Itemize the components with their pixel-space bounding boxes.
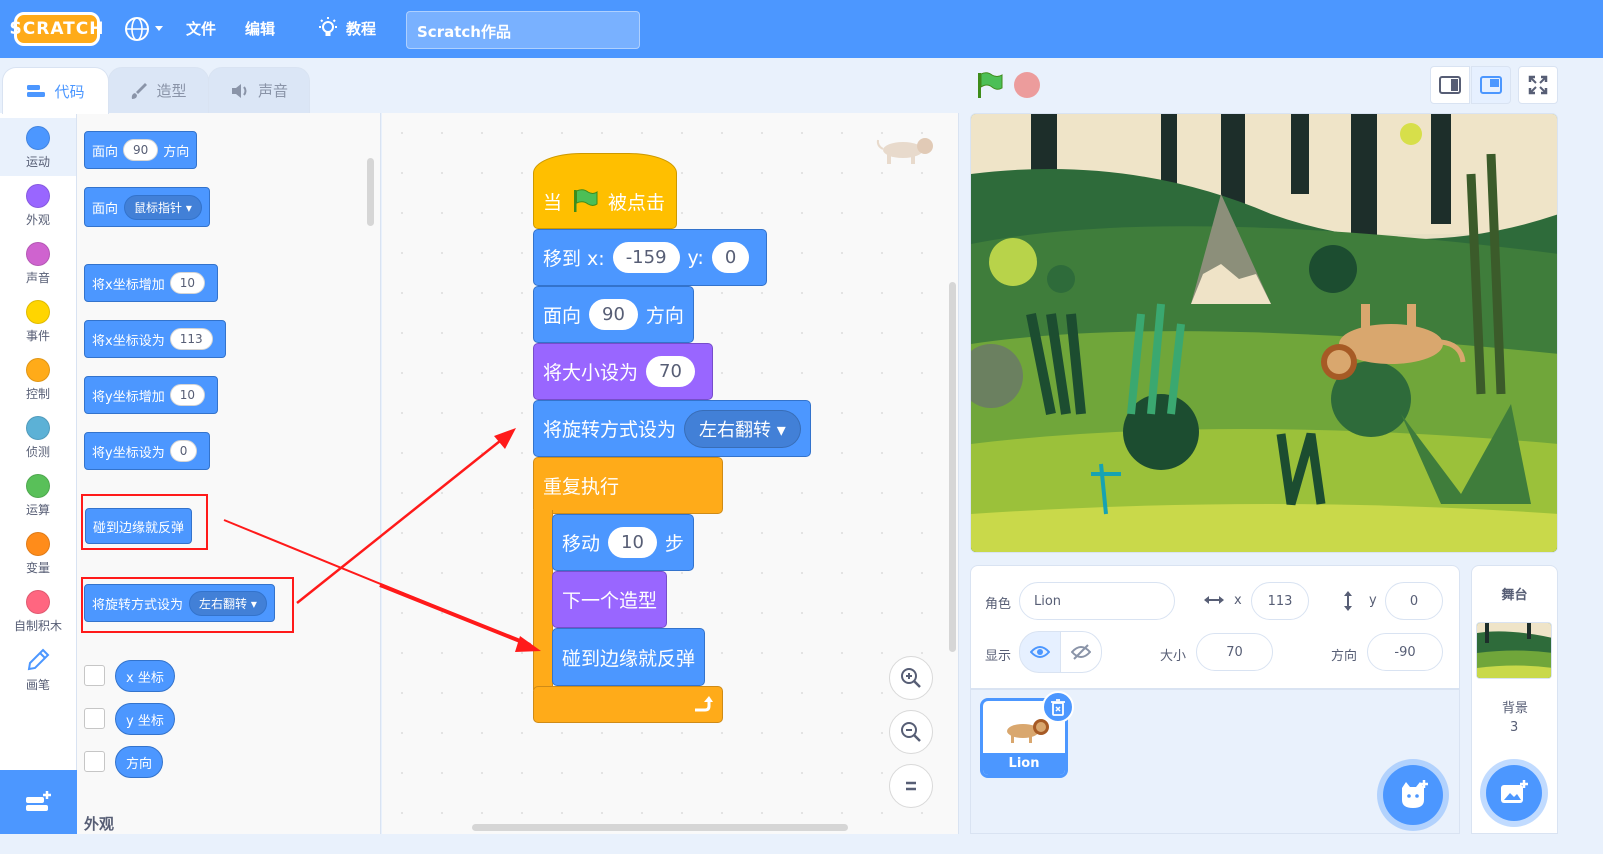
- eye-slash-icon: [1071, 644, 1091, 660]
- show-sprite-button[interactable]: [1019, 631, 1061, 673]
- fullscreen-button[interactable]: [1518, 66, 1558, 104]
- arrow-rotation-head: [494, 428, 516, 449]
- vertical-arrows-icon: [1344, 591, 1352, 611]
- show-label: 显示: [985, 649, 1012, 664]
- sprite-name-input[interactable]: Lion: [1019, 582, 1175, 620]
- stage-canvas[interactable]: [970, 113, 1558, 553]
- zoom-in-icon: [901, 668, 921, 688]
- size-input[interactable]: 70: [1196, 633, 1273, 671]
- horizontal-arrows-icon: [1204, 596, 1224, 604]
- backdrop-thumbnail: [1477, 623, 1551, 678]
- backdrops-count: 3: [1510, 720, 1519, 735]
- small-stage-button[interactable]: [1430, 66, 1470, 104]
- normal-stage-icon: [1480, 76, 1502, 94]
- normal-stage-button[interactable]: [1471, 66, 1511, 104]
- jungle-backdrop: [971, 114, 1557, 552]
- sprite-tile-name: Lion: [983, 753, 1065, 775]
- direction-input[interactable]: -90: [1367, 633, 1443, 671]
- sprite-name-label: 角色: [985, 597, 1012, 612]
- green-flag-button[interactable]: [974, 70, 1004, 100]
- image-plus-icon: [1501, 780, 1528, 803]
- delete-sprite-button[interactable]: [1042, 691, 1074, 723]
- fullscreen-icon: [1528, 75, 1548, 95]
- trash-icon: [1051, 699, 1065, 716]
- equals-icon: [906, 781, 916, 791]
- hide-sprite-button[interactable]: [1060, 631, 1102, 673]
- stop-button[interactable]: [1014, 72, 1040, 98]
- eye-icon: [1030, 646, 1050, 658]
- zoom-reset-button[interactable]: [889, 764, 933, 808]
- arrow-bounce-head: [515, 636, 541, 652]
- y-label: y: [1369, 593, 1377, 608]
- zoom-in-button[interactable]: [889, 656, 933, 700]
- x-label: x: [1234, 593, 1242, 608]
- cat-plus-icon: [1402, 780, 1428, 808]
- y-input[interactable]: 0: [1385, 582, 1443, 620]
- direction-label: 方向: [1331, 649, 1358, 664]
- script-horizontal-scrollbar[interactable]: [472, 824, 848, 831]
- x-input[interactable]: 113: [1251, 582, 1309, 620]
- stage-thumbnail[interactable]: [1476, 622, 1552, 679]
- arrow-rotation-to-script: [296, 436, 506, 604]
- zoom-out-icon: [901, 722, 921, 742]
- arrow-bounce-thick: [379, 583, 531, 647]
- tab-code-label: 代码: [54, 82, 85, 101]
- size-label: 大小: [1160, 649, 1187, 664]
- add-sprite-button[interactable]: [1383, 765, 1443, 825]
- stage-panel-title: 舞台: [1501, 588, 1528, 603]
- zoom-out-button[interactable]: [889, 710, 933, 754]
- code-icon: [27, 85, 46, 97]
- backdrops-label: 背景: [1502, 701, 1529, 716]
- add-backdrop-button[interactable]: [1486, 765, 1542, 821]
- script-vertical-scrollbar[interactable]: [949, 282, 956, 652]
- tab-code[interactable]: 代码: [2, 67, 109, 114]
- small-stage-icon: [1439, 76, 1461, 94]
